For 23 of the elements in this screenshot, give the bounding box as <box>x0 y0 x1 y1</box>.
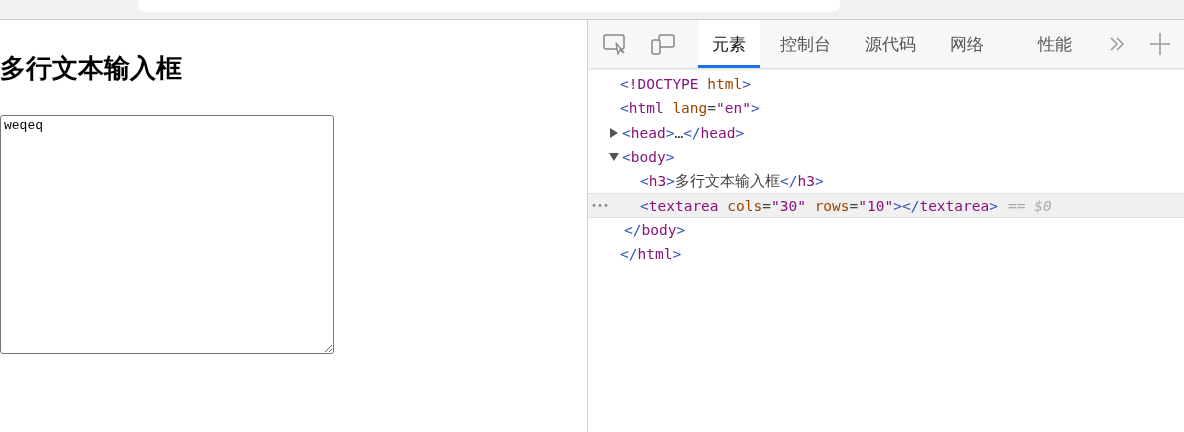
devtools-tab[interactable]: 控制台 <box>766 20 845 68</box>
devtools-tab[interactable]: 性能 <box>1024 20 1086 68</box>
device-icon[interactable] <box>650 32 676 56</box>
dom-node-line[interactable]: <h3>多行文本输入框</h3> <box>640 171 824 191</box>
chevrons-icon[interactable] <box>1108 35 1126 53</box>
dom-node-line[interactable]: </body> <box>624 221 686 238</box>
dom-node-line[interactable]: </html> <box>620 246 682 263</box>
text-area[interactable]: weqeq <box>0 115 334 354</box>
node-reference: == $0 <box>1008 197 1052 214</box>
devtools-tab[interactable]: 源代码 <box>851 20 930 68</box>
inspect-icon[interactable] <box>602 33 628 55</box>
expand-arrow-icon[interactable] <box>609 127 619 138</box>
page-heading: 多行文本输入框 <box>0 52 182 85</box>
expand-arrow-icon[interactable] <box>609 152 619 163</box>
more-dots-icon[interactable] <box>592 203 610 209</box>
dom-node-line[interactable]: <!DOCTYPE html> <box>620 76 751 93</box>
dom-node-line[interactable]: <textarea cols="30" rows="10"></textarea> <box>640 197 998 214</box>
dom-node-line[interactable]: <body> <box>622 149 675 166</box>
devtools-tab[interactable]: 元素 <box>698 20 760 68</box>
dom-node-line[interactable]: <html lang="en"> <box>620 100 760 117</box>
dom-node-line[interactable]: <head>…</head> <box>622 124 745 141</box>
devtools-tab[interactable]: 网络 <box>936 20 998 68</box>
add-icon[interactable] <box>1150 32 1170 56</box>
